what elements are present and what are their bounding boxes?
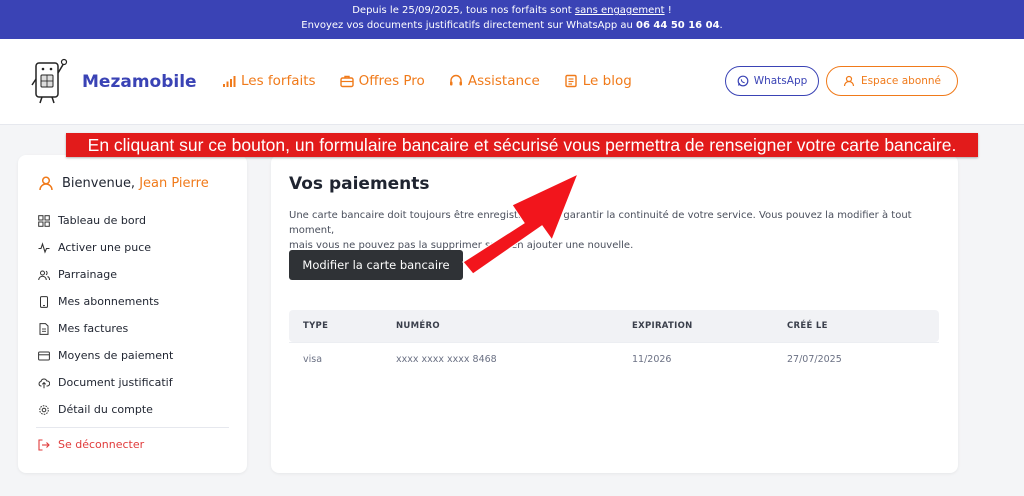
sidebar-item-label: Tableau de bord: [58, 214, 146, 227]
sidebar-item-invoices[interactable]: Mes factures: [38, 315, 173, 342]
nav-offres-pro[interactable]: Offres Pro: [339, 73, 425, 89]
whatsapp-label: WhatsApp: [753, 75, 808, 87]
newspaper-icon: [565, 74, 577, 88]
column-header-expiration: EXPIRATION: [632, 321, 693, 331]
credit-card-icon: [38, 351, 50, 360]
account-sidebar: Bienvenue, Jean Pierre Tableau de bord A…: [18, 155, 247, 473]
gear-icon: [39, 404, 49, 415]
sidebar-menu: Tableau de bord Activer une puce Parrain…: [38, 207, 173, 423]
sidebar-item-proof-document[interactable]: Document justificatif: [38, 369, 173, 396]
brand-name[interactable]: Mezamobile: [82, 72, 197, 92]
sidebar-item-referral[interactable]: Parrainage: [38, 261, 173, 288]
logout-button[interactable]: Se déconnecter: [38, 438, 144, 451]
sidebar-item-payment-methods[interactable]: Moyens de paiement: [38, 342, 173, 369]
no-commitment-link[interactable]: sans engagement: [575, 5, 665, 16]
column-header-type: TYPE: [303, 321, 329, 331]
nav-label: Assistance: [467, 73, 540, 89]
welcome-text: Bienvenue,: [62, 175, 140, 191]
sidebar-item-dashboard[interactable]: Tableau de bord: [38, 207, 173, 234]
card-expiration: 11/2026: [632, 354, 672, 365]
document-icon: [39, 322, 49, 335]
announcement-text: !: [664, 5, 672, 16]
nav-blog[interactable]: Le blog: [564, 73, 632, 89]
nav-label: Le blog: [582, 73, 632, 89]
sidebar-item-account-details[interactable]: Détail du compte: [38, 396, 173, 423]
dashboard-icon: [38, 214, 50, 227]
annotation-banner: En cliquant sur ce bouton, un formulaire…: [66, 133, 978, 157]
payments-description: Une carte bancaire doit toujours être en…: [289, 208, 949, 253]
page-title: Vos paiements: [289, 174, 430, 194]
main-nav: Les forfaits Offres Pro Assistance Le bl…: [222, 73, 632, 89]
welcome-message: Bienvenue, Jean Pierre: [38, 175, 209, 191]
user-icon: [843, 75, 855, 87]
phone-icon: [40, 295, 48, 308]
sidebar-divider: [36, 427, 229, 428]
sidebar-item-label: Mes abonnements: [58, 295, 160, 308]
whatsapp-phone: 06 44 50 16 04: [636, 20, 720, 31]
sidebar-item-label: Mes factures: [58, 322, 129, 335]
sidebar-item-label: Détail du compte: [58, 403, 153, 416]
card-number: xxxx xxxx xxxx 8468: [396, 354, 497, 365]
subscriber-area-button[interactable]: Espace abonné: [826, 66, 958, 96]
nav-assistance[interactable]: Assistance: [449, 73, 540, 89]
table-header: TYPE NUMÉRO EXPIRATION CRÉÉ LE: [289, 310, 939, 342]
nav-label: Les forfaits: [241, 73, 316, 89]
sidebar-item-label: Moyens de paiement: [58, 349, 174, 362]
sim-mascot-logo-icon[interactable]: [30, 55, 70, 105]
announcement-text: Depuis le 25/09/2025, tous nos forfaits …: [352, 5, 575, 16]
users-icon: [38, 270, 50, 280]
announcement-line-1: Depuis le 25/09/2025, tous nos forfaits …: [0, 3, 1024, 18]
user-icon: [39, 176, 53, 191]
payments-panel: Vos paiements Une carte bancaire doit to…: [271, 155, 958, 473]
announcement-bar: Depuis le 25/09/2025, tous nos forfaits …: [0, 0, 1024, 39]
announcement-text: Envoyez vos documents justificatifs dire…: [301, 20, 637, 31]
site-header: Mezamobile Les forfaits Offres Pro Assis…: [0, 39, 1024, 125]
card-type: visa: [303, 354, 323, 365]
logout-label: Se déconnecter: [58, 438, 145, 451]
modify-card-button[interactable]: Modifier la carte bancaire: [289, 250, 463, 280]
subscriber-label: Espace abonné: [860, 75, 942, 87]
column-header-number: NUMÉRO: [396, 321, 440, 331]
logout-icon: [38, 438, 50, 451]
announcement-text: .: [719, 20, 723, 31]
announcement-line-2: Envoyez vos documents justificatifs dire…: [0, 18, 1024, 33]
nav-forfaits[interactable]: Les forfaits: [222, 73, 316, 89]
nav-label: Offres Pro: [358, 73, 425, 89]
activity-icon: [38, 241, 50, 254]
headset-icon: [449, 74, 462, 86]
whatsapp-icon: [737, 75, 749, 87]
sidebar-item-activate-sim[interactable]: Activer une puce: [38, 234, 173, 261]
user-name: Jean Pierre: [139, 175, 209, 191]
whatsapp-button[interactable]: WhatsApp: [725, 66, 819, 96]
sidebar-item-label: Parrainage: [58, 268, 117, 281]
signal-icon: [223, 76, 236, 87]
column-header-created: CRÉÉ LE: [787, 321, 828, 331]
table-row: visa xxxx xxxx xxxx 8468 11/2026 27/07/2…: [289, 342, 939, 376]
payments-table: TYPE NUMÉRO EXPIRATION CRÉÉ LE visa xxxx…: [289, 310, 939, 376]
sidebar-item-subscriptions[interactable]: Mes abonnements: [38, 288, 173, 315]
upload-cloud-icon: [38, 377, 50, 388]
description-line: Une carte bancaire doit toujours être en…: [289, 210, 912, 236]
sidebar-item-label: Activer une puce: [58, 241, 152, 254]
card-created-date: 27/07/2025: [787, 354, 842, 365]
briefcase-icon: [339, 75, 354, 88]
sidebar-item-label: Document justificatif: [58, 376, 173, 389]
